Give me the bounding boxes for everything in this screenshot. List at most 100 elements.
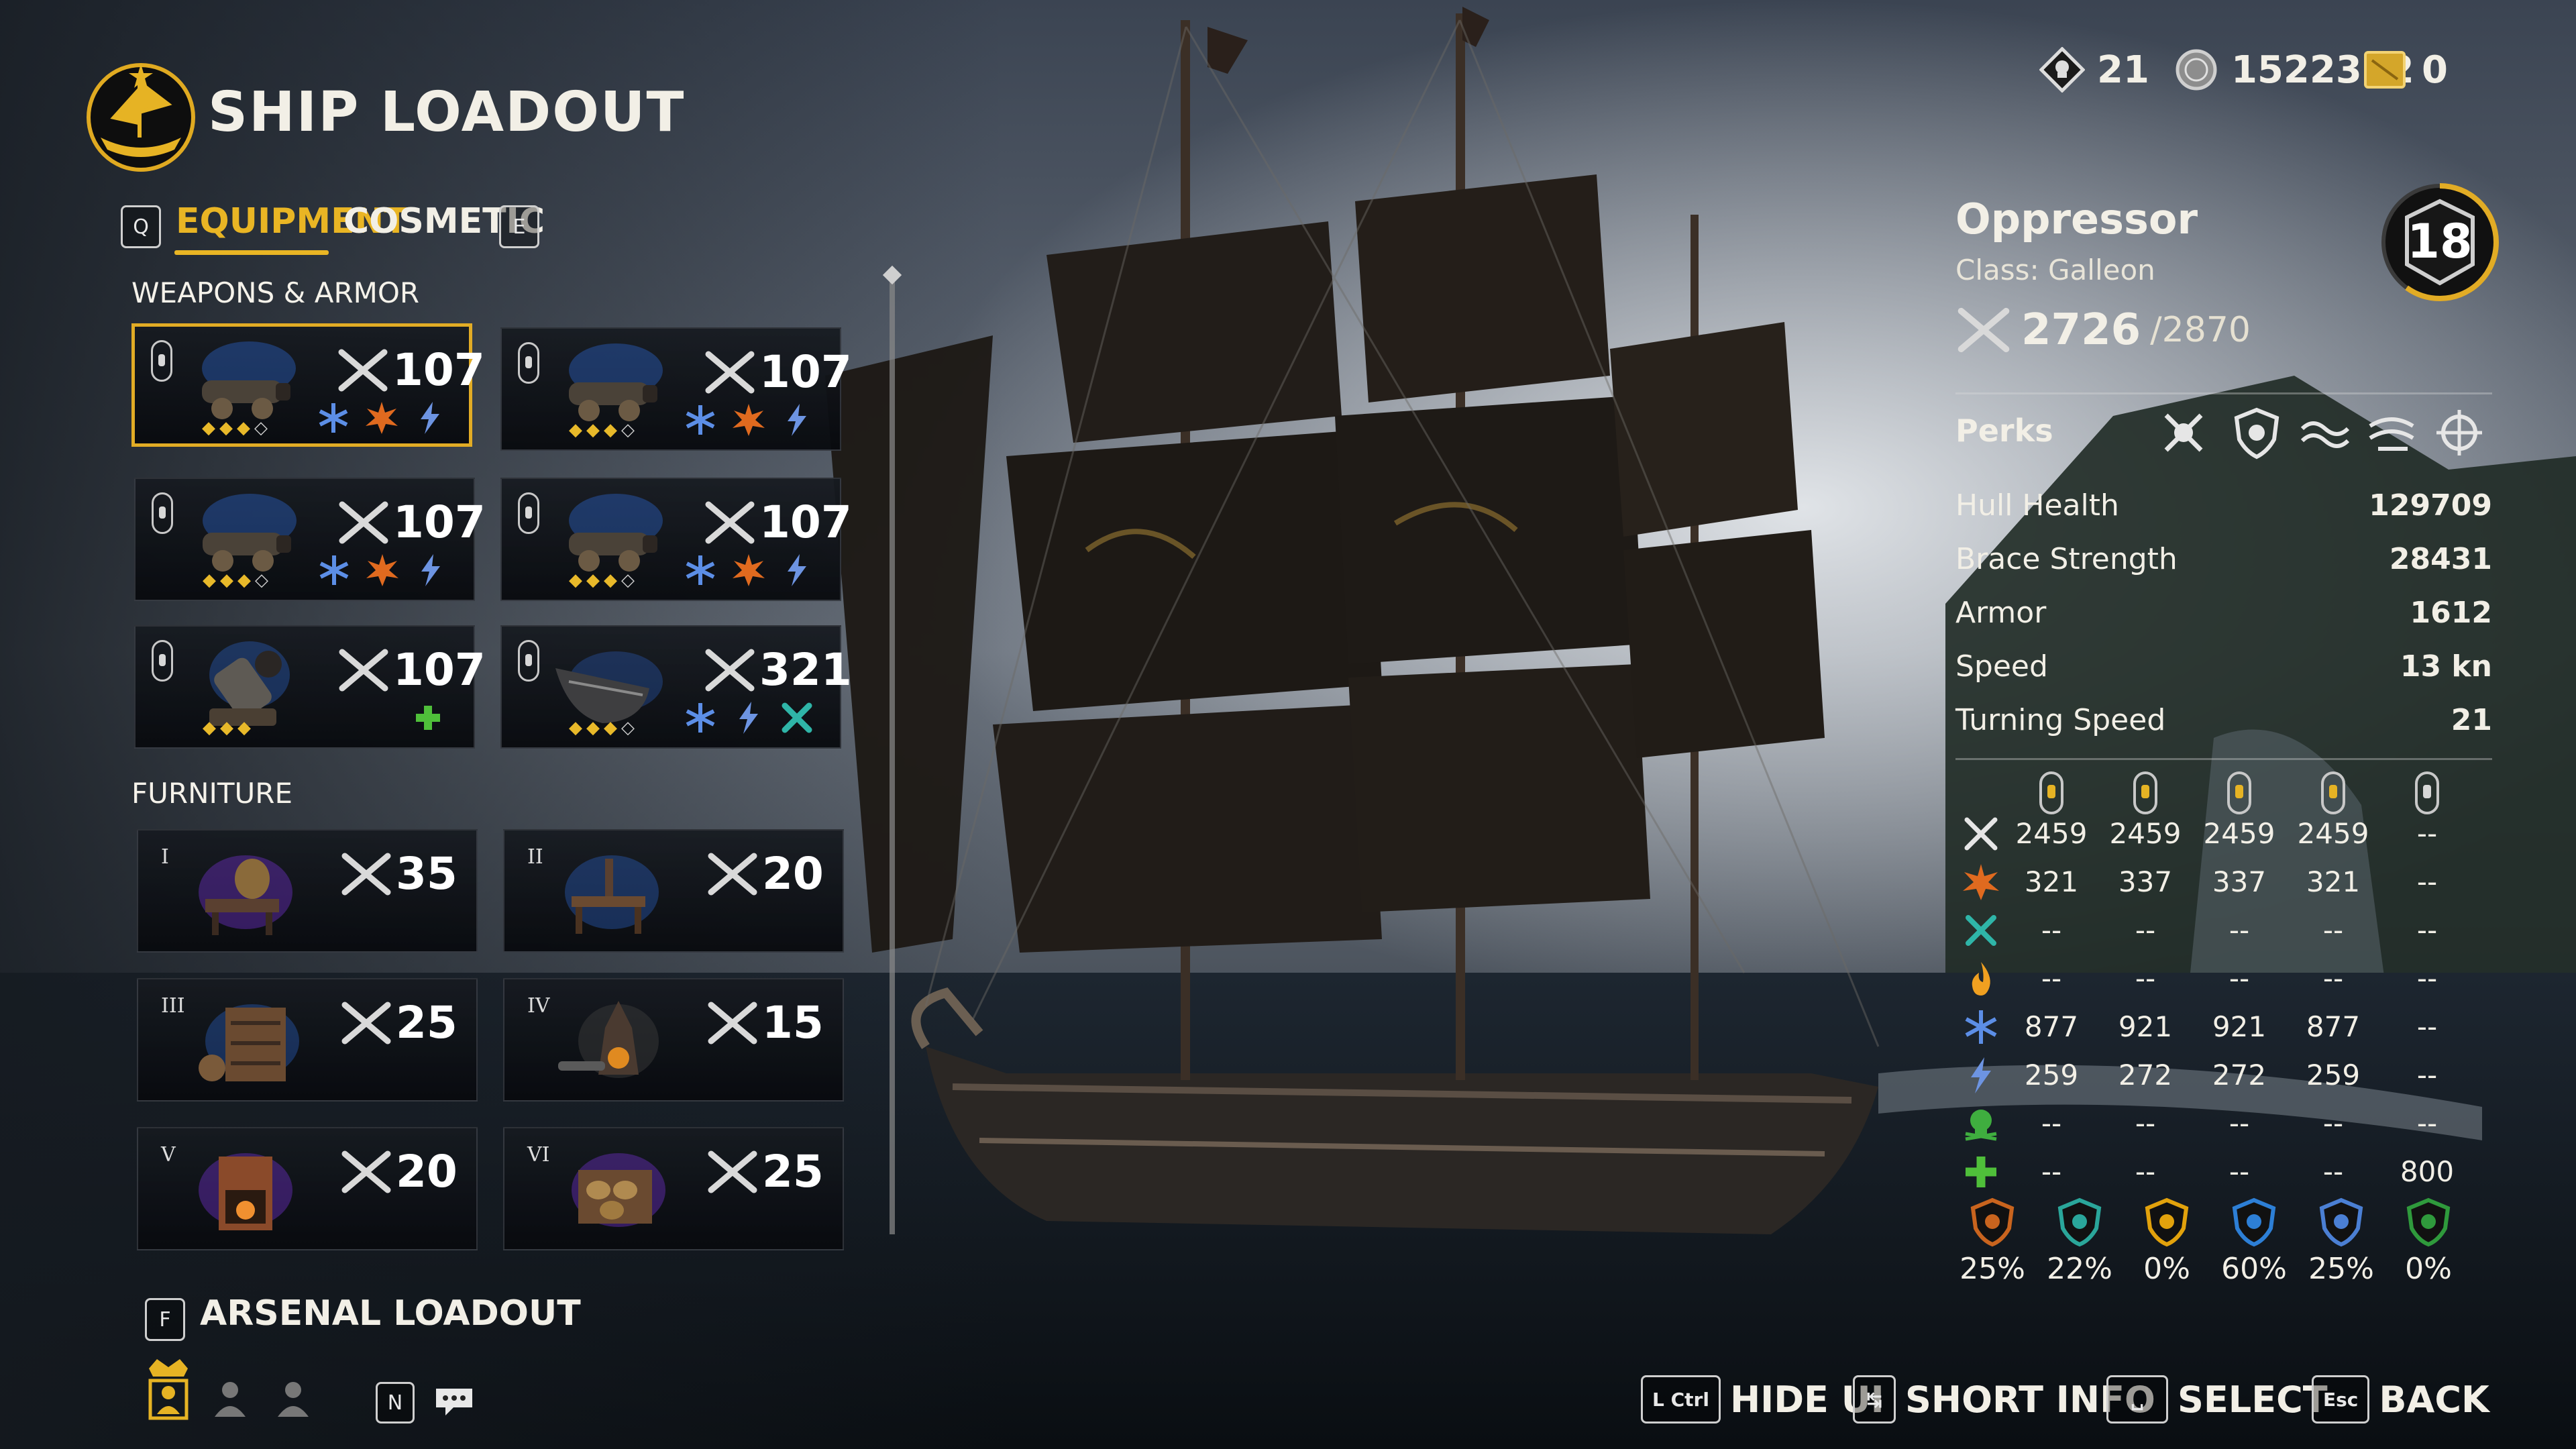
weapon-slot-2[interactable]: 107 ◆◆◆◇ bbox=[500, 327, 852, 451]
item-score: 25 bbox=[762, 1146, 824, 1197]
hide-ui-prompt[interactable]: L Ctrl HIDE UI bbox=[1641, 1375, 1884, 1424]
crew-avatar-3[interactable] bbox=[275, 1378, 311, 1418]
weapon-column-icon bbox=[2224, 770, 2254, 817]
table-cell: -- bbox=[2416, 1107, 2438, 1140]
mod-icons bbox=[411, 700, 445, 735]
table-cell: -- bbox=[2041, 1155, 2062, 1188]
weapons-armor-heading: WEAPONS & ARMOR bbox=[131, 276, 420, 309]
stat-turning-speed: Turning Speed 21 bbox=[1955, 703, 2492, 737]
stat-armor: Armor 1612 bbox=[1955, 596, 2492, 630]
explosion-icon bbox=[733, 404, 765, 436]
arsenal-key[interactable]: F bbox=[145, 1298, 185, 1341]
waves-icon[interactable] bbox=[2298, 406, 2352, 460]
item-score: 107 bbox=[759, 496, 852, 548]
back-key: Esc bbox=[2312, 1375, 2370, 1424]
table-cell: 877 bbox=[2024, 1010, 2079, 1043]
furniture-slot-4[interactable]: IV 15 bbox=[503, 978, 844, 1102]
furniture-slot-1[interactable]: I 35 bbox=[137, 829, 478, 953]
lightning-icon bbox=[788, 404, 806, 436]
item-score: 107 bbox=[392, 344, 485, 396]
wind-icon[interactable] bbox=[2365, 406, 2418, 460]
slot-type-icon bbox=[518, 492, 539, 534]
table-cell: -- bbox=[2135, 1107, 2156, 1140]
weapon-column-icon bbox=[2412, 770, 2442, 817]
divider bbox=[1955, 392, 2492, 394]
table-cell: 272 bbox=[2212, 1059, 2267, 1091]
table-cell: 321 bbox=[2024, 865, 2079, 898]
table-cell: -- bbox=[2041, 962, 2062, 995]
lightning-icon bbox=[1962, 1056, 2000, 1095]
table-cell: -- bbox=[2229, 962, 2250, 995]
item-score: 107 bbox=[759, 346, 852, 398]
furniture-slot-3[interactable]: III 25 bbox=[137, 978, 478, 1102]
frost-icon bbox=[686, 405, 715, 435]
swords-score-icon bbox=[339, 649, 388, 692]
upgrade-gems: ◆◆◆ bbox=[203, 718, 255, 738]
table-cell: 337 bbox=[2212, 865, 2267, 898]
table-cell: -- bbox=[2416, 962, 2438, 995]
back-prompt[interactable]: Esc BACK bbox=[2312, 1375, 2489, 1424]
lightning-icon bbox=[421, 554, 440, 586]
ship-level-badge: 18 bbox=[2380, 182, 2500, 302]
tab-key-icon: ↹ bbox=[1853, 1375, 1896, 1424]
stat-value: 21 bbox=[2451, 703, 2492, 737]
heal-plus-icon bbox=[416, 706, 440, 730]
swords-score-icon bbox=[339, 501, 388, 544]
tear-resist-icon bbox=[2055, 1197, 2104, 1247]
table-cell: 800 bbox=[2400, 1155, 2455, 1188]
furniture-slot-5[interactable]: V 20 bbox=[137, 1127, 478, 1250]
resistance-value: 0% bbox=[2143, 1252, 2190, 1286]
table-cell: 2459 bbox=[2203, 817, 2275, 850]
weapon-slot-6[interactable]: 321 ◆◆◆◇ bbox=[500, 625, 852, 749]
item-score: 107 bbox=[393, 644, 486, 696]
weapon-slot-5[interactable]: 107 ◆◆◆ bbox=[134, 625, 486, 749]
swords-icon bbox=[1962, 814, 2000, 853]
ship-level: 18 bbox=[2407, 214, 2472, 269]
chat-key[interactable]: N bbox=[376, 1382, 415, 1424]
arsenal-loadout-button[interactable]: ARSENAL LOADOUT bbox=[200, 1293, 581, 1334]
table-cell: -- bbox=[2416, 1059, 2438, 1091]
table-cell: -- bbox=[2135, 914, 2156, 947]
stat-hull-health: Hull Health 129709 bbox=[1955, 488, 2492, 523]
explosion-icon bbox=[366, 402, 398, 434]
tier-numeral: I bbox=[161, 845, 169, 869]
frost-icon bbox=[686, 703, 715, 733]
table-cell: -- bbox=[2041, 1107, 2062, 1140]
weapon-slot-4[interactable]: 107 ◆◆◆◇ bbox=[500, 478, 852, 601]
table-cell: 272 bbox=[2118, 1059, 2173, 1091]
currency-skull-token: 21 bbox=[2039, 47, 2149, 93]
item-score: 321 bbox=[759, 644, 852, 696]
tab-next-key[interactable]: E bbox=[499, 205, 539, 248]
table-cell: -- bbox=[2416, 817, 2438, 850]
tab-prev-key[interactable]: Q bbox=[121, 205, 161, 248]
alchemy-bench-icon bbox=[199, 855, 292, 935]
lightning-icon bbox=[421, 402, 439, 434]
weapon-slot-3[interactable]: 107 ◆◆◆◇ bbox=[134, 478, 486, 601]
divider bbox=[1955, 758, 2492, 760]
upgrade-gems: ◆◆◆◇ bbox=[569, 570, 639, 590]
active-crew-avatar[interactable] bbox=[144, 1354, 193, 1421]
furniture-slot-2[interactable]: II 20 bbox=[503, 829, 844, 953]
repair-icon bbox=[782, 702, 812, 733]
gold-count: 0 bbox=[2422, 48, 2448, 92]
item-score: 20 bbox=[396, 1146, 458, 1197]
chat-bubble-icon[interactable] bbox=[433, 1386, 475, 1418]
upgrade-gems: ◆◆◆◇ bbox=[569, 718, 639, 738]
boarding-icon[interactable] bbox=[2157, 406, 2210, 460]
tier-numeral: V bbox=[161, 1143, 176, 1167]
table-cell: -- bbox=[2322, 914, 2344, 947]
stat-brace-strength: Brace Strength 28431 bbox=[1955, 542, 2492, 576]
swords-score-icon bbox=[341, 1150, 391, 1193]
lightning-resist-icon bbox=[2316, 1197, 2366, 1247]
stat-label: Hull Health bbox=[1955, 488, 2119, 523]
weapon-slot-1[interactable]: 107 ◆◆◆◇ bbox=[131, 323, 485, 447]
furniture-slot-6[interactable]: VI 25 bbox=[503, 1127, 844, 1250]
swords-score-icon bbox=[705, 351, 755, 394]
mod-icons bbox=[683, 402, 814, 437]
crosshair-icon[interactable] bbox=[2432, 406, 2486, 460]
shield-perk-icon[interactable] bbox=[2230, 406, 2284, 460]
select-prompt[interactable]: ␣ SELECT bbox=[2106, 1375, 2328, 1424]
crew-avatar-2[interactable] bbox=[212, 1378, 248, 1418]
upgrade-gems: ◆◆◆◇ bbox=[569, 420, 639, 440]
frost-icon bbox=[319, 555, 349, 585]
